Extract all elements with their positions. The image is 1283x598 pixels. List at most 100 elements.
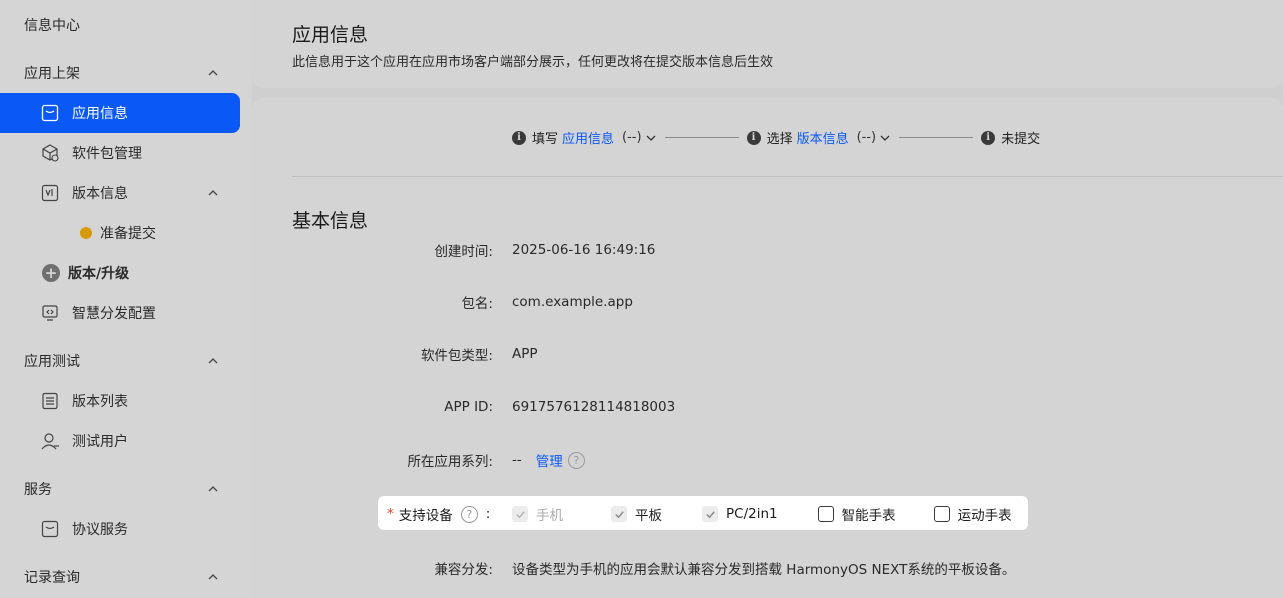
chevron-up-icon bbox=[208, 190, 218, 196]
sidebar-item-label: 准备提交 bbox=[100, 226, 156, 242]
page-title: 应用信息 bbox=[292, 24, 369, 46]
field-label: 软件包类型: bbox=[420, 348, 493, 364]
user-icon bbox=[40, 431, 60, 451]
sidebar-group-testing[interactable]: 应用测试 bbox=[0, 341, 240, 381]
agreement-icon bbox=[40, 519, 60, 539]
package-icon bbox=[40, 143, 60, 163]
sidebar-info-center[interactable]: 信息中心 bbox=[0, 5, 240, 45]
step-prefix: 填写 bbox=[532, 132, 559, 147]
distribution-icon bbox=[40, 303, 60, 323]
series-value: -- bbox=[512, 452, 522, 468]
page-subtitle: 此信息用于这个应用在应用市场客户端部分展示，任何更改将在提交版本信息后生效 bbox=[292, 55, 774, 70]
field-value: 设备类型为手机的应用会默认兼容分发到搭载 HarmonyOS NEXT系统的平板… bbox=[512, 562, 1016, 578]
sidebar-item-package-mgmt[interactable]: 软件包管理 bbox=[0, 133, 240, 173]
field-value: com.example.app bbox=[512, 294, 633, 310]
sidebar-item-app-info[interactable]: 应用信息 bbox=[0, 93, 240, 133]
sidebar-item-label: 软件包管理 bbox=[72, 146, 142, 162]
colon: : bbox=[485, 506, 491, 522]
checkbox-label: 智能手表 bbox=[841, 508, 896, 524]
field-app-id: APP ID: 6917576128114818003 bbox=[252, 395, 1283, 419]
info-icon: i bbox=[981, 130, 996, 145]
field-label: 所在应用系列: bbox=[407, 454, 493, 470]
supported-devices-label: * 支持设备 ? : bbox=[387, 504, 490, 524]
step-select-version: i 选择 版本信息 (--) bbox=[746, 128, 892, 147]
sidebar-group-service[interactable]: 服务 bbox=[0, 469, 240, 509]
chevron-up-icon bbox=[208, 70, 218, 76]
device-checkbox-sportswatch[interactable]: 运动手表 bbox=[933, 504, 1012, 524]
checkbox-label: 手机 bbox=[536, 508, 563, 524]
help-icon[interactable]: ? bbox=[567, 451, 585, 469]
field-label: 兼容分发: bbox=[434, 562, 493, 578]
checkbox-label: PC/2in1 bbox=[726, 506, 778, 522]
sidebar-group-publish[interactable]: 应用上架 bbox=[0, 53, 240, 93]
field-label: 包名: bbox=[461, 296, 493, 312]
version-icon bbox=[40, 183, 60, 203]
sidebar-item-test-users[interactable]: 测试用户 bbox=[0, 421, 240, 461]
device-checkbox-phone[interactable]: 手机 bbox=[512, 504, 563, 524]
sidebar-group-service-label: 服务 bbox=[24, 482, 52, 498]
list-icon bbox=[40, 391, 60, 411]
chevron-up-icon bbox=[208, 574, 218, 580]
step-prefix: 选择 bbox=[766, 132, 793, 147]
sidebar-item-label: 版本/升级 bbox=[68, 266, 130, 282]
step-prefix: 未提交 bbox=[1001, 132, 1041, 147]
main-content: 应用信息 此信息用于这个应用在应用市场客户端部分展示，任何更改将在提交版本信息后… bbox=[252, 0, 1283, 598]
help-icon[interactable]: ? bbox=[460, 505, 478, 523]
checkbox-label: 运动手表 bbox=[957, 508, 1012, 524]
page-header: 应用信息 此信息用于这个应用在应用市场客户端部分展示，任何更改将在提交版本信息后… bbox=[252, 0, 1283, 88]
sidebar-item-prepare-submit[interactable]: 准备提交 bbox=[0, 213, 240, 253]
required-mark: * bbox=[387, 506, 394, 522]
checkbox-checked-icon bbox=[702, 506, 718, 522]
sidebar-group-records[interactable]: 记录查询 bbox=[0, 557, 240, 597]
device-checkbox-smartwatch[interactable]: 智能手表 bbox=[817, 504, 896, 524]
step-status: (--) bbox=[856, 130, 877, 145]
step-link-app-info[interactable]: 应用信息 bbox=[562, 128, 614, 147]
field-compat-distribution: 兼容分发: 设备类型为手机的应用会默认兼容分发到搭载 HarmonyOS NEX… bbox=[252, 556, 1283, 580]
sidebar-item-label: 协议服务 bbox=[72, 522, 128, 538]
step-fill-app-info: i 填写 应用信息 (--) bbox=[512, 128, 657, 147]
step-connector bbox=[664, 137, 739, 138]
sidebar-item-label: 智慧分发配置 bbox=[72, 306, 156, 322]
sidebar-item-label: 版本列表 bbox=[72, 394, 128, 410]
sidebar-group-records-label: 记录查询 bbox=[24, 570, 80, 586]
chevron-up-icon bbox=[208, 486, 218, 492]
field-value: APP bbox=[512, 346, 538, 362]
manage-link[interactable]: 管理 bbox=[536, 450, 563, 470]
chevron-down-icon[interactable] bbox=[645, 132, 657, 144]
sidebar-group-testing-label: 应用测试 bbox=[24, 354, 80, 370]
checkbox-label: 平板 bbox=[635, 508, 662, 524]
device-checkbox-pc[interactable]: PC/2in1 bbox=[702, 506, 778, 522]
field-package-type: 软件包类型: APP bbox=[252, 342, 1283, 366]
device-checkbox-tablet[interactable]: 平板 bbox=[611, 504, 662, 524]
field-value: 6917576128114818003 bbox=[512, 399, 676, 415]
sidebar-item-agreement-service[interactable]: 协议服务 bbox=[0, 509, 240, 549]
step-connector bbox=[899, 137, 974, 138]
field-value-wrap: -- 管理 ? bbox=[512, 450, 585, 470]
step-not-submitted: i 未提交 bbox=[981, 128, 1040, 147]
sidebar-item-smart-distribution[interactable]: 智慧分发配置 bbox=[0, 293, 240, 333]
field-label: 创建时间: bbox=[434, 244, 493, 260]
field-created-time: 创建时间: 2025-06-16 16:49:16 bbox=[252, 238, 1283, 262]
sidebar-item-version-list[interactable]: 版本列表 bbox=[0, 381, 240, 421]
info-icon: i bbox=[746, 130, 761, 145]
chevron-up-icon bbox=[208, 358, 218, 364]
checkbox-unchecked-icon bbox=[933, 506, 950, 522]
checkbox-checked-icon bbox=[611, 506, 627, 522]
sidebar-item-label: 版本信息 bbox=[72, 186, 128, 202]
status-dot-icon bbox=[80, 227, 92, 239]
chevron-down-icon[interactable] bbox=[879, 132, 891, 144]
field-value: 2025-06-16 16:49:16 bbox=[512, 242, 656, 258]
sidebar-group-publish-label: 应用上架 bbox=[24, 66, 80, 82]
info-icon: i bbox=[512, 130, 526, 145]
divider bbox=[292, 176, 1283, 177]
devices-label-text: 支持设备 bbox=[398, 508, 453, 524]
plus-icon: + bbox=[42, 264, 60, 282]
field-package-name: 包名: com.example.app bbox=[252, 290, 1283, 314]
sidebar-item-version-upgrade[interactable]: + 版本/升级 bbox=[0, 253, 240, 293]
sidebar-item-label: 测试用户 bbox=[72, 434, 128, 450]
sidebar-item-version-info[interactable]: 版本信息 bbox=[0, 173, 240, 213]
checkbox-unchecked-icon bbox=[817, 506, 834, 522]
checkbox-checked-icon bbox=[512, 506, 528, 522]
device-options: 手机 平板 PC/2in1 智能手表 运动手表 bbox=[512, 504, 1012, 524]
step-link-version-info[interactable]: 版本信息 bbox=[797, 128, 849, 147]
